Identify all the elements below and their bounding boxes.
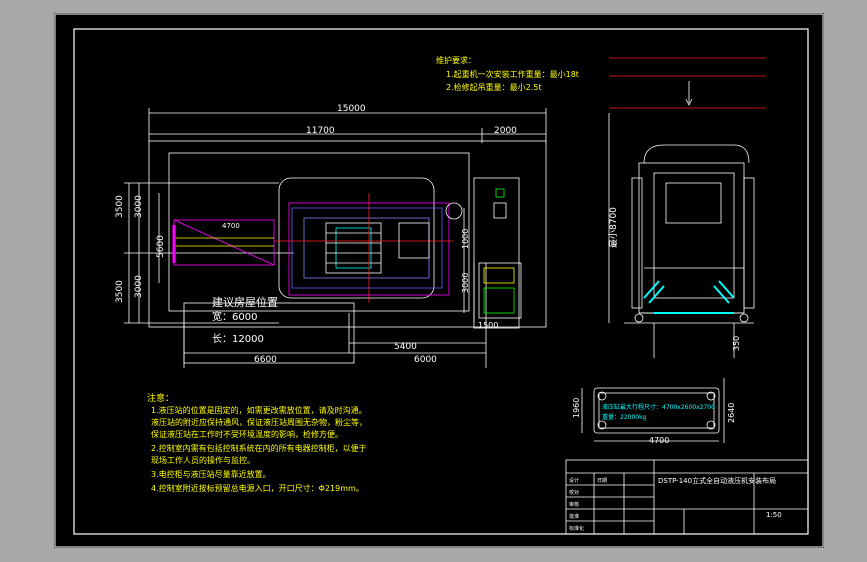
dim-side-350: 350 [732,336,741,351]
cad-drawing: 15000 11700 2000 3500 3000 3000 3500 560… [54,13,824,548]
dim-side-height: 最小8700 [608,207,619,248]
dim-inner-width: 11700 [306,126,335,136]
hoist-line-1: 1.起重机一次安装工作重量：最小18t [446,69,579,79]
tb-label-3: 审核 [569,501,579,508]
tb-label-5: 标准化 [569,525,584,532]
notes-title: 注意： [147,392,174,404]
note-line-1: 1.液压站的位置是固定的，如需更改需放位置，请及时沟通。 [151,405,367,415]
room-length: 长：12000 [212,333,264,345]
room-width: 宽：6000 [212,310,257,323]
hoist-line-2: 2.检修起吊重量：最小2.5t [446,82,542,92]
dim-height-5600: 5600 [156,235,166,258]
dim-1500: 1500 [478,321,498,330]
bottom-view-line-2: 重量：22000kg [602,413,647,421]
dim-right-width: 2000 [494,126,517,136]
dim-6000: 6000 [414,355,437,365]
hoist-title: 维护要求： [436,55,476,65]
dim-right-3000: 3000 [461,273,470,293]
dim-left-3500-bottom: 3500 [115,280,125,303]
tb-label-1: 设计 [569,477,579,484]
dim-left-3500: 3500 [115,195,125,218]
drawing-sheet: 15000 11700 2000 3500 3000 3000 3500 560… [54,13,824,548]
side-view [608,81,755,358]
dim-left-3000-top: 3000 [134,195,144,218]
dim-5400: 5400 [394,342,417,352]
tb-label-6: 日期 [597,478,607,484]
note-line-7: 4.控制室附近按标预留总电源入口，开口尺寸：Φ219mm。 [151,483,364,493]
tb-label-4: 批准 [569,513,579,520]
note-line-4: 2.控制室内需有包括控制系统在内的所有电器控制柜，以便于 [151,443,367,453]
note-line-2: 液压站的附近应保持通风，保证液压站周围无杂物，粉尘等， [151,417,367,427]
dim-total-width: 15000 [337,104,366,114]
hydraulic-station [478,188,522,319]
dim-1960: 1960 [572,398,581,418]
tb-label-2: 校对 [569,489,579,496]
room-title: 建议房屋位置 [212,295,278,309]
title-block-title: DSTP-140立式全自动液压机安装布局 [658,476,776,485]
dim-bottom-4700: 4700 [649,436,669,445]
note-line-6: 3.电控柜与液压站尽量靠近放置。 [151,469,271,479]
bottom-view-line-1: 液压缸最大行程尺寸：4700x2600x2700 [602,403,715,411]
title-block-scale: 1:50 [766,511,782,519]
dim-2640: 2640 [727,403,736,423]
dim-left-3000-bottom: 3000 [134,275,144,298]
dim-4700: 4700 [222,222,240,230]
dim-6600: 6600 [254,355,277,365]
outer-border [54,13,824,548]
title-block [565,459,809,535]
note-line-5: 现场工作人员的操作与监控。 [151,455,255,465]
note-line-3: 保证液压站在工作时不受环境温度的影响，检修方便。 [151,429,343,439]
side-view-cyan [643,280,735,314]
dim-right-1000: 1000 [461,229,470,249]
